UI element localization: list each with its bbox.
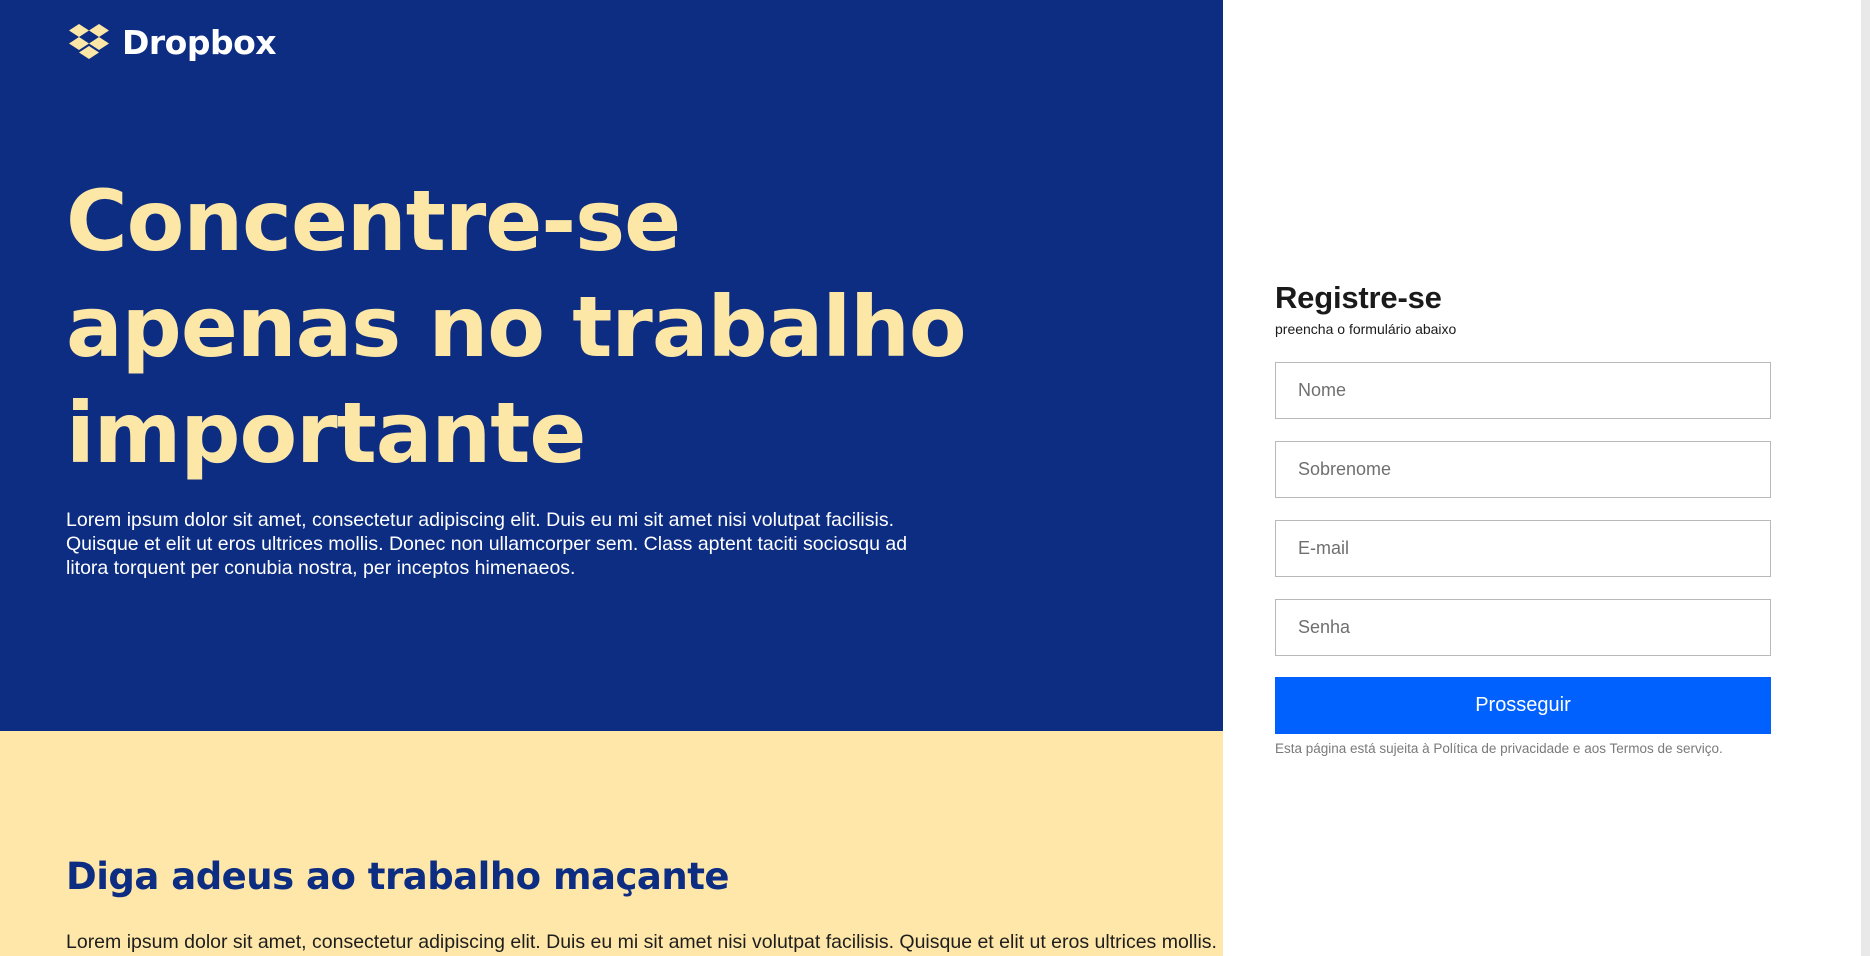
scrollbar-track[interactable] xyxy=(1861,0,1870,956)
register-panel: Registre-se preencha o formulário abaixo… xyxy=(1223,0,1861,956)
register-title: Registre-se xyxy=(1275,280,1442,315)
legal-notice: Esta página está sujeita à Política de p… xyxy=(1275,741,1723,756)
section-description: Lorem ipsum dolor sit amet, consectetur … xyxy=(66,931,1217,953)
last-name-input[interactable] xyxy=(1275,441,1771,498)
password-input[interactable] xyxy=(1275,599,1771,656)
dropbox-logo-icon xyxy=(68,24,110,60)
hero-description: Lorem ipsum dolor sit amet, consectetur … xyxy=(66,509,908,579)
continue-button[interactable]: Prosseguir xyxy=(1275,677,1771,734)
register-subtitle: preencha o formulário abaixo xyxy=(1275,321,1457,337)
brand-name: Dropbox xyxy=(122,22,277,62)
brand-logo[interactable]: Dropbox xyxy=(68,22,277,62)
hero-title: Concentre-se apenas no trabalho importan… xyxy=(66,172,967,482)
first-name-input[interactable] xyxy=(1275,362,1771,419)
features-section: Diga adeus ao trabalho maçante Lorem ips… xyxy=(0,731,1223,956)
hero-section: Dropbox Concentre-se apenas no trabalho … xyxy=(0,0,1223,731)
landing-page: Dropbox Concentre-se apenas no trabalho … xyxy=(0,0,1870,956)
email-input[interactable] xyxy=(1275,520,1771,577)
section-title: Diga adeus ao trabalho maçante xyxy=(66,855,730,898)
